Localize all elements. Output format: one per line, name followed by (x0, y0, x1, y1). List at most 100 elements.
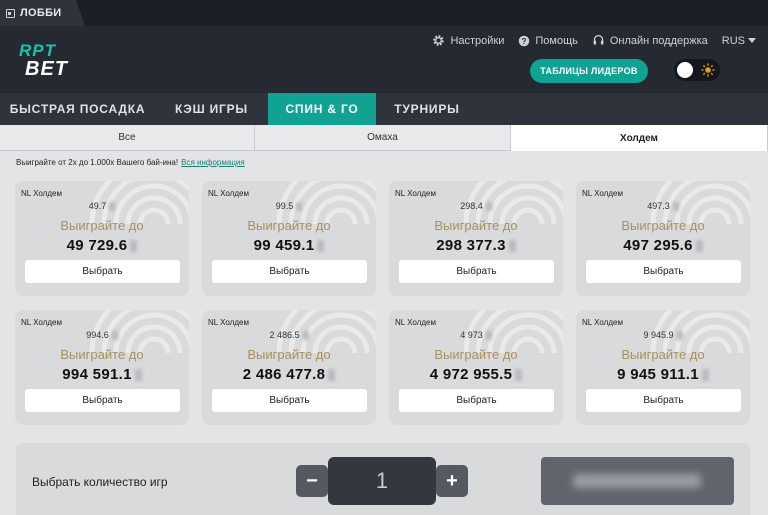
win-label: Выиграйте до (621, 218, 705, 233)
prize-amount: 497 295.6 (576, 237, 750, 254)
select-button[interactable]: Выбрать (399, 260, 554, 283)
buyin-amount: 497.3 (576, 201, 750, 212)
prize-amount: 994 591.1 (15, 366, 189, 383)
currency-icon (130, 240, 138, 253)
currency-icon (676, 331, 683, 341)
buyin-value: 298.4 (460, 201, 483, 211)
settings-label: Настройки (450, 34, 505, 47)
buyin-amount: 9 945.9 (576, 330, 750, 341)
prize-value: 298 377.3 (436, 237, 506, 254)
game-name: NL Холдем (21, 189, 62, 198)
currency-icon (515, 369, 523, 382)
select-button[interactable]: Выбрать (212, 260, 367, 283)
chevron-down-icon (748, 38, 756, 43)
language-select[interactable]: RUS (722, 35, 756, 47)
help-link[interactable]: ? Помощь (518, 35, 578, 47)
currency-icon (485, 331, 492, 341)
lobby-tab[interactable]: ЛОББИ (0, 0, 85, 26)
currency-icon (695, 240, 703, 253)
game-type-tabs: Все Омаха Холдем (0, 125, 768, 151)
svg-text:?: ? (522, 37, 527, 46)
currency-icon (111, 331, 118, 341)
win-label: Выиграйте до (60, 347, 144, 362)
tab-label: СПИН & ГО (285, 102, 359, 116)
buyin-value: 994.6 (86, 330, 109, 340)
select-button[interactable]: Выбрать (25, 260, 180, 283)
game-name: NL Холдем (395, 318, 436, 327)
select-button[interactable]: Выбрать (399, 389, 554, 412)
subtab-label: Все (118, 132, 136, 143)
game-card[interactable]: NL Холдем 9 945.9 Выиграйте до 9 945 911.1 В… (576, 310, 750, 425)
info-text: Выиграйте от 2x до 1.000x Вашего бай-ина… (16, 158, 179, 167)
window-icon (6, 8, 15, 18)
game-card[interactable]: NL Холдем 497.3 Выиграйте до 497 295.6 Выбра… (576, 181, 750, 296)
prize-value: 4 972 955.5 (429, 366, 513, 383)
theme-toggle[interactable] (674, 59, 720, 81)
tab-label: БЫСТРАЯ ПОСАДКА (9, 102, 146, 116)
game-name: NL Холдем (208, 318, 249, 327)
buyin-amount: 994.6 (15, 330, 189, 341)
game-card[interactable]: NL Холдем 2 486.5 Выиграйте до 2 486 477.8 В… (202, 310, 376, 425)
game-card[interactable]: NL Холдем 4 973 Выиграйте до 4 972 955.5 Выб… (389, 310, 563, 425)
blurred-button-label (573, 474, 701, 488)
buyin-value: 497.3 (647, 201, 670, 211)
help-circle-icon: ? (519, 35, 530, 46)
info-link[interactable]: Вся информация (181, 158, 245, 167)
game-card[interactable]: NL Холдем 298.4 Выиграйте до 298 377.3 Выбра… (389, 181, 563, 296)
buyin-amount: 2 486.5 (202, 330, 376, 341)
currency-icon (317, 240, 325, 253)
game-card[interactable]: NL Холдем 49.7 Выиграйте до 49 729.6 Выбрать (15, 181, 189, 296)
buyin-value: 9 945.9 (643, 330, 674, 340)
currency-icon (508, 240, 516, 253)
prize-value: 99 459.1 (253, 237, 315, 254)
game-name: NL Холдем (582, 189, 623, 198)
subtab-all[interactable]: Все (0, 125, 255, 151)
leaders-button[interactable]: ТАБЛИЦЫ ЛИДЕРОВ (530, 59, 648, 83)
prize-value: 9 945 911.1 (617, 366, 699, 383)
settings-link[interactable]: Настройки (432, 34, 504, 47)
tab-tournaments[interactable]: ТУРНИРЫ (376, 93, 478, 125)
gear-icon (433, 35, 445, 46)
game-name: NL Холдем (395, 189, 436, 198)
select-button[interactable]: Выбрать (25, 389, 180, 412)
support-link[interactable]: Онлайн поддержка (592, 34, 708, 47)
game-card[interactable]: NL Холдем 994.6 Выиграйте до 994 591.1 Выбра… (15, 310, 189, 425)
game-name: NL Холдем (582, 318, 623, 327)
buyin-value: 99.5 (275, 201, 294, 211)
game-count-value[interactable]: 1 (328, 457, 436, 505)
tab-quick-seat[interactable]: БЫСТРАЯ ПОСАДКА (0, 93, 155, 125)
buyin-amount: 99.5 (202, 201, 376, 212)
top-links: Настройки ? Помощь Онлайн поддержка RUS (432, 34, 756, 47)
subtab-holdem[interactable]: Холдем (511, 125, 768, 151)
win-label: Выиграйте до (60, 218, 144, 233)
select-button[interactable]: Выбрать (586, 260, 741, 283)
tab-spin-go[interactable]: СПИН & ГО (268, 93, 376, 125)
lobby-tab-label: ЛОББИ (20, 7, 62, 19)
title-bar: ЛОББИ (0, 0, 768, 26)
header: RPT BET Настройки ? Помощь Онлайн поддер… (0, 26, 768, 93)
prize-value: 994 591.1 (62, 366, 132, 383)
increment-button[interactable]: + (436, 465, 468, 497)
subtab-omaha[interactable]: Омаха (255, 125, 511, 151)
language-value: RUS (721, 34, 745, 47)
tab-label: ТУРНИРЫ (394, 102, 460, 116)
buyin-value: 4 973 (460, 330, 483, 340)
play-button[interactable] (541, 457, 734, 505)
prize-value: 2 486 477.8 (242, 366, 326, 383)
buyin-amount: 4 973 (389, 330, 563, 341)
tab-cash-games[interactable]: КЭШ ИГРЫ (155, 93, 268, 125)
select-button[interactable]: Выбрать (586, 389, 741, 412)
subtab-label: Холдем (620, 132, 658, 144)
game-count-label: Выбрать количество игр (32, 475, 168, 489)
buyin-value: 2 486.5 (269, 330, 300, 340)
subtab-label: Омаха (367, 132, 398, 143)
currency-icon (109, 202, 116, 212)
currency-icon (296, 202, 303, 212)
help-label: Помощь (535, 34, 578, 47)
game-card[interactable]: NL Холдем 99.5 Выиграйте до 99 459.1 Выбрать (202, 181, 376, 296)
logo[interactable]: RPT BET (17, 40, 99, 78)
decrement-button[interactable]: − (296, 465, 328, 497)
headset-icon (593, 34, 604, 45)
select-button[interactable]: Выбрать (212, 389, 367, 412)
buyin-value: 49.7 (88, 201, 107, 211)
